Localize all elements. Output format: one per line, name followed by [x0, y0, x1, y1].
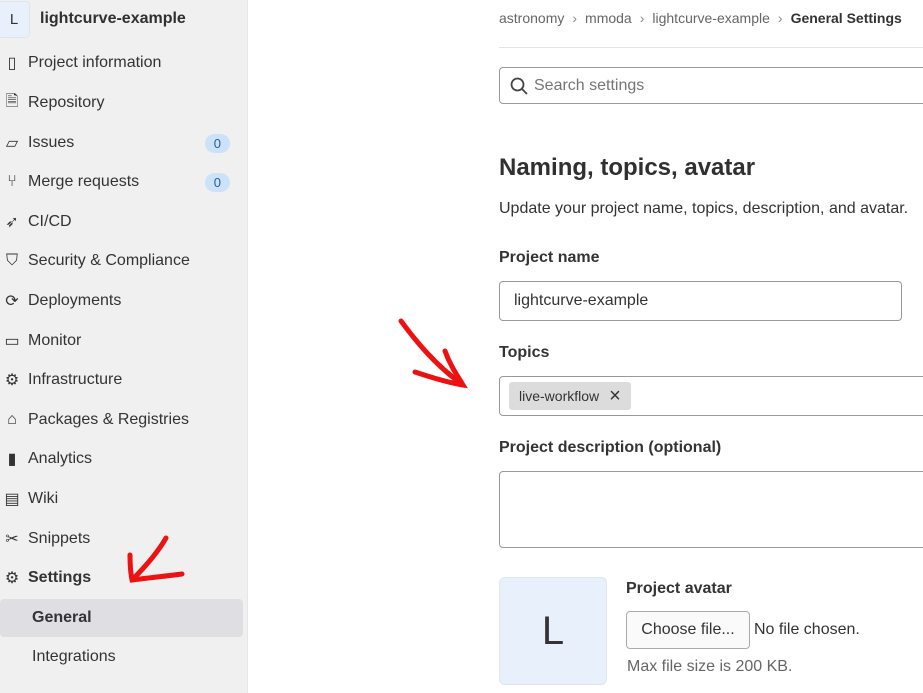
- avatar-label: Project avatar: [626, 580, 732, 597]
- sidebar-item-label: Security & Compliance: [28, 252, 190, 269]
- sidebar-item-label: Integrations: [32, 648, 116, 665]
- rocket-icon: ➶: [5, 214, 19, 231]
- search-settings[interactable]: [499, 67, 923, 104]
- breadcrumb-astronomy[interactable]: astronomy: [499, 10, 564, 26]
- breadcrumb-project[interactable]: lightcurve-example: [652, 10, 770, 26]
- breadcrumb-current: General Settings: [790, 10, 902, 26]
- sidebar-item-repository[interactable]: 🗎 Repository: [0, 84, 244, 122]
- sidebar-item-project-information[interactable]: ▯ Project information: [0, 44, 244, 82]
- project-name[interactable]: lightcurve-example: [40, 10, 186, 28]
- topics-label: Topics: [499, 344, 550, 361]
- sidebar-item-wiki[interactable]: ▤ Wiki: [0, 480, 244, 518]
- sidebar-item-issues[interactable]: ▱ Issues 0: [0, 124, 244, 162]
- gear-icon: ⚙: [4, 570, 20, 587]
- max-size-hint: Max file size is 200 KB.: [627, 658, 793, 675]
- sidebar-item-monitor[interactable]: ▭ Monitor: [0, 322, 244, 360]
- annotation-arrow-topics: [398, 318, 468, 389]
- book-icon: ▤: [4, 491, 20, 508]
- chart-icon: ▮: [7, 451, 17, 468]
- sidebar-item-general[interactable]: General: [0, 599, 243, 637]
- shield-icon: ⛉: [5, 252, 18, 269]
- sidebar-item-integrations[interactable]: Integrations: [0, 638, 244, 676]
- topic-label: live-workflow: [519, 388, 600, 404]
- project-icon: ▯: [7, 55, 17, 72]
- sidebar-item-deployments[interactable]: ⟳ Deployments: [0, 282, 244, 320]
- project-header[interactable]: L lightcurve-example: [0, 0, 247, 38]
- sidebar-item-label: Repository: [28, 94, 105, 111]
- sidebar-item-label: Merge requests: [28, 173, 140, 190]
- project-name-input[interactable]: lightcurve-example: [499, 281, 902, 321]
- section-description: Update your project name, topics, descri…: [499, 200, 909, 217]
- sidebar-item-infrastructure[interactable]: ⚙ Infrastructure: [0, 361, 244, 399]
- description-label: Project description (optional): [499, 439, 722, 456]
- sidebar-item-label: Settings: [28, 569, 92, 586]
- chevron-right-icon: ›: [572, 10, 578, 26]
- project-avatar: L: [0, 0, 30, 38]
- chevron-right-icon: ›: [639, 10, 645, 26]
- close-icon[interactable]: ×: [609, 385, 621, 408]
- project-avatar-preview: L: [499, 577, 607, 685]
- sidebar-item-label: Snippets: [28, 530, 91, 547]
- sidebar-item-analytics[interactable]: ▮ Analytics: [0, 440, 244, 478]
- sidebar-item-security-compliance[interactable]: ⛉ Security & Compliance: [0, 242, 244, 280]
- chevron-right-icon: ›: [777, 10, 783, 26]
- sidebar-item-label: Analytics: [28, 450, 93, 467]
- count-badge: 0: [204, 172, 230, 192]
- document-icon: 🗎: [5, 92, 19, 110]
- cloud-gear-icon: ⚙: [4, 372, 20, 389]
- sidebar-item-settings[interactable]: ⚙ Settings: [0, 559, 244, 597]
- deployments-icon: ⟳: [5, 293, 19, 310]
- description-textarea[interactable]: [499, 471, 923, 548]
- monitor-icon: ▭: [4, 333, 20, 350]
- search-input[interactable]: [534, 76, 914, 95]
- issues-icon: ▱: [5, 135, 19, 152]
- scissors-icon: ✂: [5, 531, 19, 548]
- topics-input[interactable]: live-workflow ×: [499, 376, 923, 416]
- sidebar-item-label: Project information: [28, 54, 162, 71]
- package-icon: ⌂: [7, 411, 17, 428]
- sidebar-item-label: CI/CD: [28, 213, 72, 230]
- sidebar-item-merge-requests[interactable]: ⑂ Merge requests 0: [0, 163, 244, 201]
- sidebar-item-label: Wiki: [28, 490, 59, 507]
- sidebar-item-snippets[interactable]: ✂ Snippets: [0, 520, 244, 558]
- sidebar-item-packages-registries[interactable]: ⌂ Packages & Registries: [0, 401, 244, 439]
- section-title: Naming, topics, avatar: [499, 154, 756, 181]
- project-name-value: lightcurve-example: [514, 292, 649, 309]
- divider: [499, 47, 923, 48]
- sidebar-item-label: General: [32, 609, 92, 626]
- merge-request-icon: ⑂: [7, 173, 17, 190]
- sidebar-item-label: Issues: [28, 134, 75, 151]
- topic-tag: live-workflow ×: [509, 382, 631, 410]
- sidebar-item-ci-cd[interactable]: ➶ CI/CD: [0, 203, 244, 241]
- project-name-label: Project name: [499, 249, 600, 266]
- sidebar-item-label: Packages & Registries: [28, 411, 189, 428]
- search-icon: [510, 77, 528, 95]
- sidebar-item-label: Deployments: [28, 292, 122, 309]
- sidebar: L lightcurve-example ▯ Project informatio…: [0, 0, 248, 693]
- no-file-text: No file chosen.: [754, 621, 860, 638]
- breadcrumb: astronomy › mmoda › lightcurve-example › Gener…: [499, 10, 902, 26]
- sidebar-item-label: Monitor: [28, 332, 82, 349]
- choose-file-button[interactable]: Choose file...: [626, 611, 750, 649]
- sidebar-item-label: Infrastructure: [28, 371, 123, 388]
- count-badge: 0: [204, 133, 230, 153]
- breadcrumb-mmoda[interactable]: mmoda: [585, 10, 632, 26]
